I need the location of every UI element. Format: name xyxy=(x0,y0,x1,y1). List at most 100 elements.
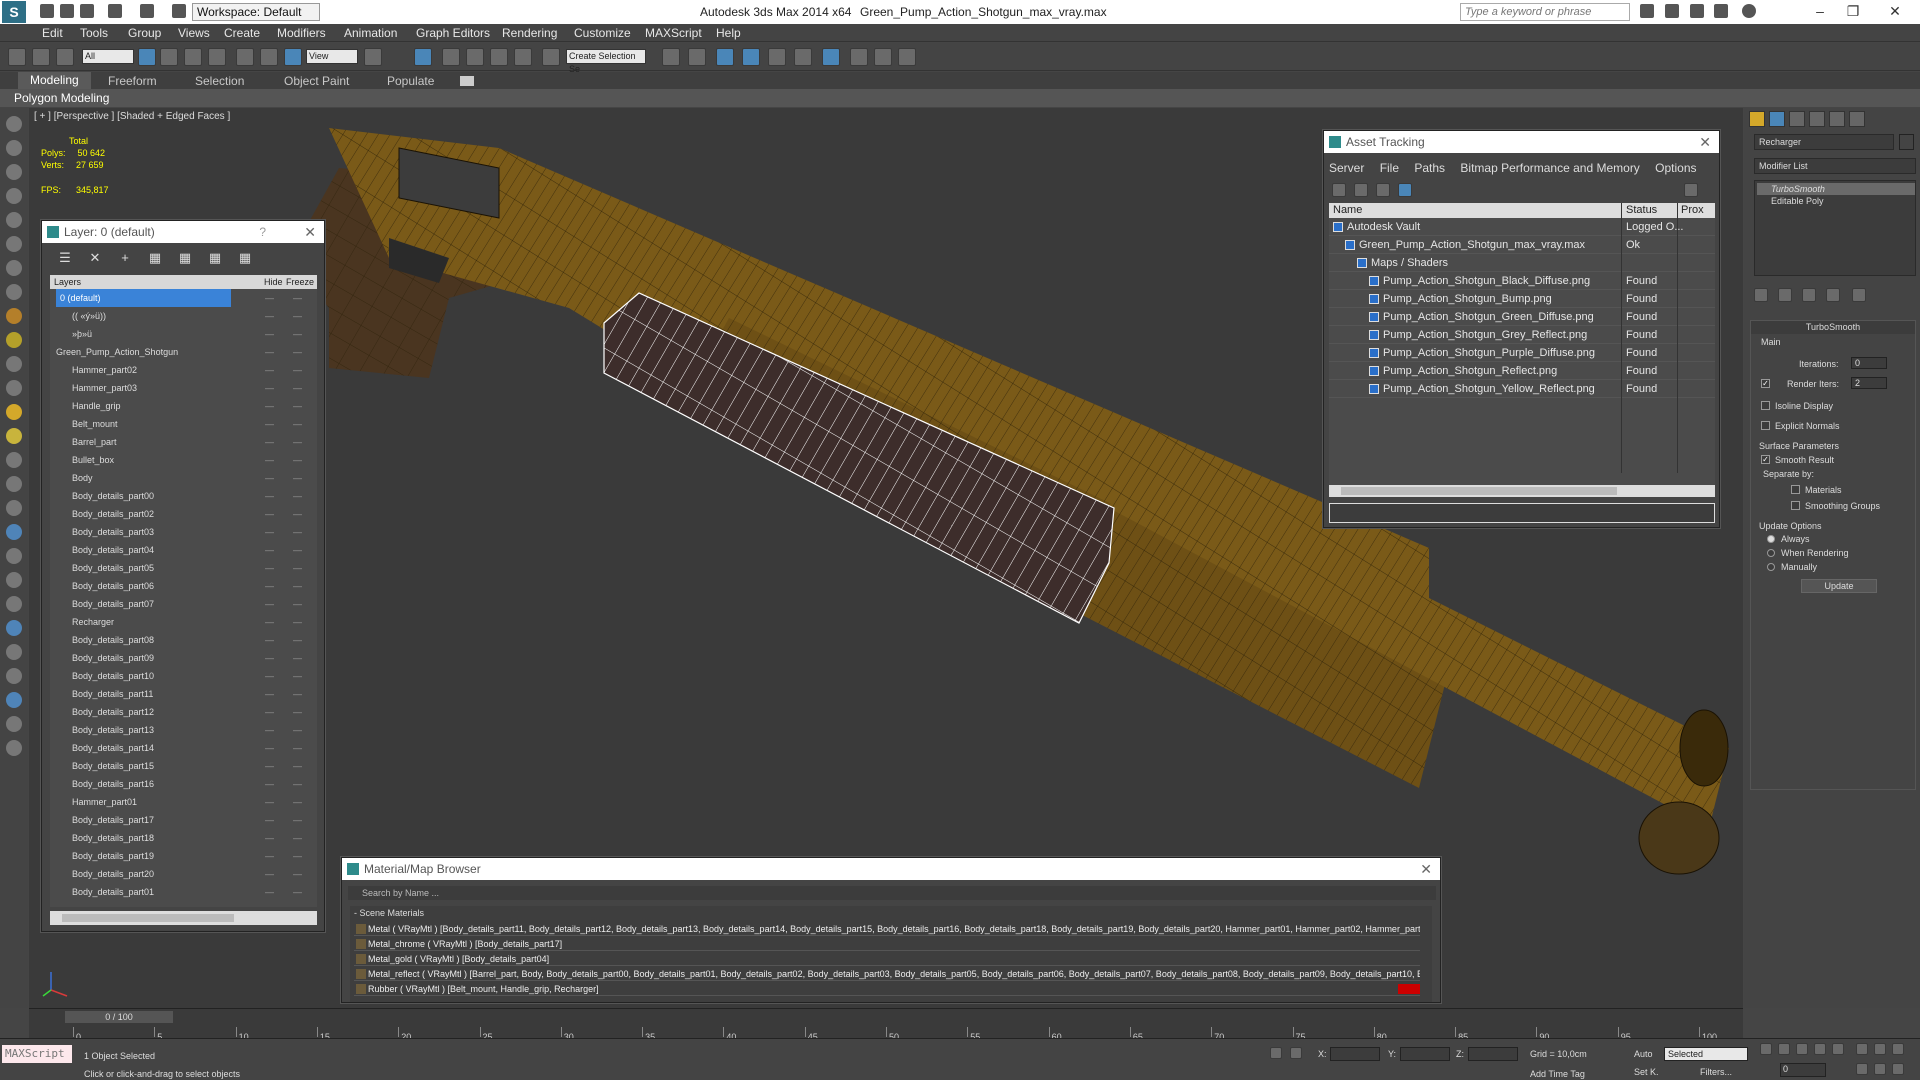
utilities-tab-icon[interactable] xyxy=(1849,111,1865,127)
material-row[interactable]: Metal ( VRayMtl ) [Body_details_part11, … xyxy=(354,922,1420,936)
layer-hide-toggle-icon[interactable]: — xyxy=(265,523,274,541)
layer-hide-toggle-icon[interactable]: — xyxy=(265,829,274,847)
layer-row[interactable]: Body_details_part02 — — xyxy=(50,505,317,523)
goto-end-icon[interactable] xyxy=(1832,1043,1844,1055)
layer-name[interactable]: Body_details_part17 xyxy=(72,811,154,829)
time-slider[interactable]: 0 / 100 xyxy=(65,1011,173,1023)
layer-hide-toggle-icon[interactable]: — xyxy=(265,847,274,865)
menu-help[interactable]: Help xyxy=(716,26,741,40)
col-hide[interactable]: Hide xyxy=(264,275,283,289)
edit-named-selection-icon[interactable] xyxy=(542,48,560,66)
layer-hide-toggle-icon[interactable]: — xyxy=(265,757,274,775)
help-icon[interactable] xyxy=(1742,4,1756,18)
layer-hide-toggle-icon[interactable]: — xyxy=(265,631,274,649)
tab-freeform[interactable]: Freeform xyxy=(108,74,157,88)
asset-hscrollbar[interactable] xyxy=(1329,485,1715,497)
layer-freeze-toggle-icon[interactable]: — xyxy=(293,721,302,739)
layer-freeze-toggle-icon[interactable]: — xyxy=(293,433,302,451)
layer-row[interactable]: Hammer_part01 — — xyxy=(50,793,317,811)
create-camera-icon[interactable] xyxy=(6,260,22,276)
asset-row[interactable]: Pump_Action_Shotgun_Purple_Diffuse.png Fo… xyxy=(1329,344,1715,362)
layer-name[interactable]: Body_details_part04 xyxy=(72,541,154,559)
freeze-all-layers-icon[interactable]: ▦ xyxy=(238,251,252,265)
layer-scroll-thumb[interactable] xyxy=(62,914,234,922)
create-geometry-icon[interactable] xyxy=(6,188,22,204)
layer-freeze-toggle-icon[interactable]: — xyxy=(293,793,302,811)
layer-manager-icon[interactable] xyxy=(716,48,734,66)
layer-row[interactable]: Recharger — — xyxy=(50,613,317,631)
layer-row[interactable]: Body_details_part06 — — xyxy=(50,577,317,595)
menu-graph-editors[interactable]: Graph Editors xyxy=(416,26,490,40)
communication-icon[interactable] xyxy=(1690,4,1704,18)
layer-row[interactable]: Barrel_part — — xyxy=(50,433,317,451)
lock-selection-icon[interactable] xyxy=(1270,1047,1282,1059)
layer-name[interactable]: Body_details_part20 xyxy=(72,865,154,883)
settings-icon[interactable] xyxy=(6,692,22,708)
menu-tools[interactable]: Tools xyxy=(80,26,108,40)
zoom-icon[interactable] xyxy=(1856,1043,1868,1055)
layer-hide-toggle-icon[interactable]: — xyxy=(265,703,274,721)
bind-spacewarp-icon[interactable] xyxy=(56,48,74,66)
layer-freeze-toggle-icon[interactable]: — xyxy=(293,883,302,901)
timeline[interactable]: 0 / 100 0 5 10 15 20 25 30 35 40 45 50 55 60 65 70 75 80… xyxy=(29,1008,1743,1042)
layer-freeze-toggle-icon[interactable]: — xyxy=(293,289,302,307)
modifier-list-dropdown[interactable]: Modifier List xyxy=(1754,158,1916,174)
layer-freeze-toggle-icon[interactable]: — xyxy=(293,577,302,595)
layer-hide-toggle-icon[interactable]: — xyxy=(265,487,274,505)
rendered-frame-icon[interactable] xyxy=(874,48,892,66)
layer-name[interactable]: Body xyxy=(72,469,93,487)
asset-menu-paths[interactable]: Paths xyxy=(1414,161,1445,175)
layer-help-button[interactable]: ? xyxy=(259,221,266,243)
layer-row[interactable]: Green_Pump_Action_Shotgun — — xyxy=(50,343,317,361)
layer-hide-toggle-icon[interactable]: — xyxy=(265,613,274,631)
character-icon[interactable] xyxy=(6,572,22,588)
layer-row[interactable]: Body_details_part00 — — xyxy=(50,487,317,505)
layer-hide-toggle-icon[interactable]: — xyxy=(265,541,274,559)
layer-row[interactable]: (( «ý»ü)) — — xyxy=(50,307,317,325)
highlight-layer-icon[interactable]: ▦ xyxy=(178,251,192,265)
layer-freeze-toggle-icon[interactable]: — xyxy=(293,757,302,775)
add-to-layer-icon[interactable]: + xyxy=(118,251,132,265)
modify-tab-icon[interactable] xyxy=(1769,111,1785,127)
asset-table-icon[interactable] xyxy=(1376,183,1390,197)
auto-key-button[interactable]: Auto xyxy=(1634,1049,1653,1059)
asset-row[interactable]: Pump_Action_Shotgun_Grey_Reflect.png Foun… xyxy=(1329,326,1715,344)
move-icon[interactable] xyxy=(236,48,254,66)
layer-name[interactable]: Hammer_part03 xyxy=(72,379,137,397)
stack-item-editable-poly[interactable]: Editable Poly xyxy=(1757,195,1915,207)
align-icon[interactable] xyxy=(688,48,706,66)
col-layers[interactable]: Layers xyxy=(54,275,81,289)
layer-row[interactable]: Body_details_part17 — — xyxy=(50,811,317,829)
layer-name[interactable]: Green_Pump_Action_Shotgun xyxy=(56,343,178,361)
menu-views[interactable]: Views xyxy=(178,26,210,40)
layer-hide-toggle-icon[interactable]: — xyxy=(265,505,274,523)
asset-path-field[interactable] xyxy=(1329,503,1715,523)
undo-icon[interactable] xyxy=(108,4,122,18)
layer-row[interactable]: Body_details_part04 — — xyxy=(50,541,317,559)
asset-scroll-thumb[interactable] xyxy=(1341,487,1617,495)
layer-freeze-toggle-icon[interactable]: — xyxy=(293,397,302,415)
key-filters-button[interactable]: Filters... xyxy=(1700,1067,1732,1077)
col-proxy[interactable]: Prox xyxy=(1681,203,1704,218)
layer-row[interactable]: Body_details_part14 — — xyxy=(50,739,317,757)
layer-freeze-toggle-icon[interactable]: — xyxy=(293,379,302,397)
create-shape-icon[interactable] xyxy=(6,212,22,228)
layer-hide-toggle-icon[interactable]: — xyxy=(265,379,274,397)
material-row[interactable]: Metal_gold ( VRayMtl ) [Body_details_par… xyxy=(354,952,1420,966)
layer-hide-toggle-icon[interactable]: — xyxy=(265,361,274,379)
asset-row[interactable]: Maps / Shaders xyxy=(1329,254,1715,272)
rectangular-selection-icon[interactable] xyxy=(184,48,202,66)
asset-menu-server[interactable]: Server xyxy=(1329,161,1364,175)
new-file-icon[interactable] xyxy=(40,4,54,18)
space-warp-icon[interactable] xyxy=(6,452,22,468)
z-coord-input[interactable] xyxy=(1468,1047,1518,1061)
ribbon-options-icon[interactable] xyxy=(460,76,474,86)
layer-hide-toggle-icon[interactable]: — xyxy=(265,685,274,703)
save-file-icon[interactable] xyxy=(80,4,94,18)
layer-freeze-toggle-icon[interactable]: — xyxy=(293,595,302,613)
material-row[interactable]: Metal_reflect ( VRayMtl ) [Barrel_part, … xyxy=(354,967,1420,981)
workspace-dropdown[interactable]: Workspace: Default xyxy=(192,3,320,21)
layer-freeze-toggle-icon[interactable]: — xyxy=(293,415,302,433)
layer-freeze-toggle-icon[interactable]: — xyxy=(293,847,302,865)
layer-name[interactable]: Body_details_part09 xyxy=(72,649,154,667)
